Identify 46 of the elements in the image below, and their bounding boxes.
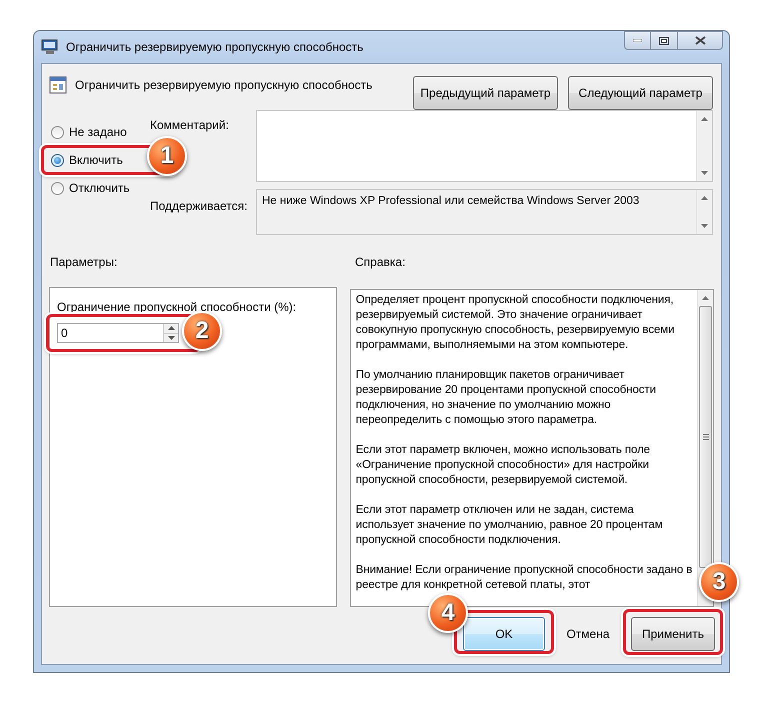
cancel-button[interactable]: Отмена [555,617,621,651]
grip-icon [702,434,708,440]
scroll-thumb[interactable] [699,306,712,568]
policy-icon [49,76,67,94]
scroll-up-icon[interactable] [701,196,708,200]
maximize-icon [659,36,669,44]
window-title: Ограничить резервируемую пропускную способность [66,39,364,56]
spin-down-icon[interactable] [168,336,174,340]
radio-button[interactable] [51,126,64,138]
scroll-down-icon[interactable] [701,171,708,175]
next-setting-button[interactable]: Следующий параметр [568,76,713,110]
help-paragraph: Если этот параметр включен, можно использовать поле «Ограничение пропускной способности» для настройки пропускной способности, резервируемой системой. [356,443,651,488]
spin-up-icon[interactable] [168,326,174,330]
radio-label[interactable]: Включить [69,151,123,169]
options-label: Параметры: [49,254,118,271]
radio-button[interactable] [51,154,64,166]
minimize-icon [633,39,642,42]
close-button[interactable] [677,31,723,50]
scrollbar[interactable] [697,290,713,606]
callout-number: 1 [147,136,187,176]
previous-setting-button[interactable]: Предыдущий параметр [413,76,558,110]
policy-title: Ограничить резервируемую пропускную способность [75,77,372,94]
percent-spin-field[interactable]: 0 [57,323,179,343]
callout-number: 2 [182,311,222,351]
ok-button[interactable]: OK [463,617,545,651]
help-paragraph: Внимание! Если ограничение пропускной способности задано в реестре для конкретной сетевой платы, этот [356,563,694,593]
comment-label: Комментарий: [149,117,230,134]
scroll-down-icon[interactable] [701,224,708,228]
comment-field[interactable] [256,110,713,182]
help-paragraph: Определяет процент пропускной способности подключения, резервируемый системой. Это значение ограничивает совокупную пропускную способность, резервируемую всеми программами, выполняемыми на этом компьютере. [356,293,676,353]
help-paragraph: По умолчанию планировщик пакетов ограничивает резервирование 20 процентами пропускной способности подключения, но значение по умолчанию можно переопределить с помощью этого параметра. [356,368,657,428]
scroll-up-icon[interactable] [701,117,708,121]
radio-button[interactable] [51,182,64,194]
scroll-up-icon[interactable] [702,296,709,300]
window-app-icon [41,39,59,55]
radio-label[interactable]: Отключить [69,179,130,197]
maximize-button[interactable] [651,31,677,50]
radio-label[interactable]: Не задано [69,123,127,141]
apply-button[interactable]: Применить [631,617,715,651]
close-icon [694,36,706,45]
callout-number: 3 [699,562,739,602]
scrollbar[interactable] [696,111,712,181]
help-label: Справка: [355,254,406,271]
help-paragraph: Если этот параметр отключен или не задан, система использует значение по умолчанию, равное 20 процентам пропускной способности подключения. [356,503,664,548]
supported-label: Поддерживается: [149,198,248,215]
supported-field: Не ниже Windows XP Professional или семейства Windows Server 2003 [256,189,713,235]
